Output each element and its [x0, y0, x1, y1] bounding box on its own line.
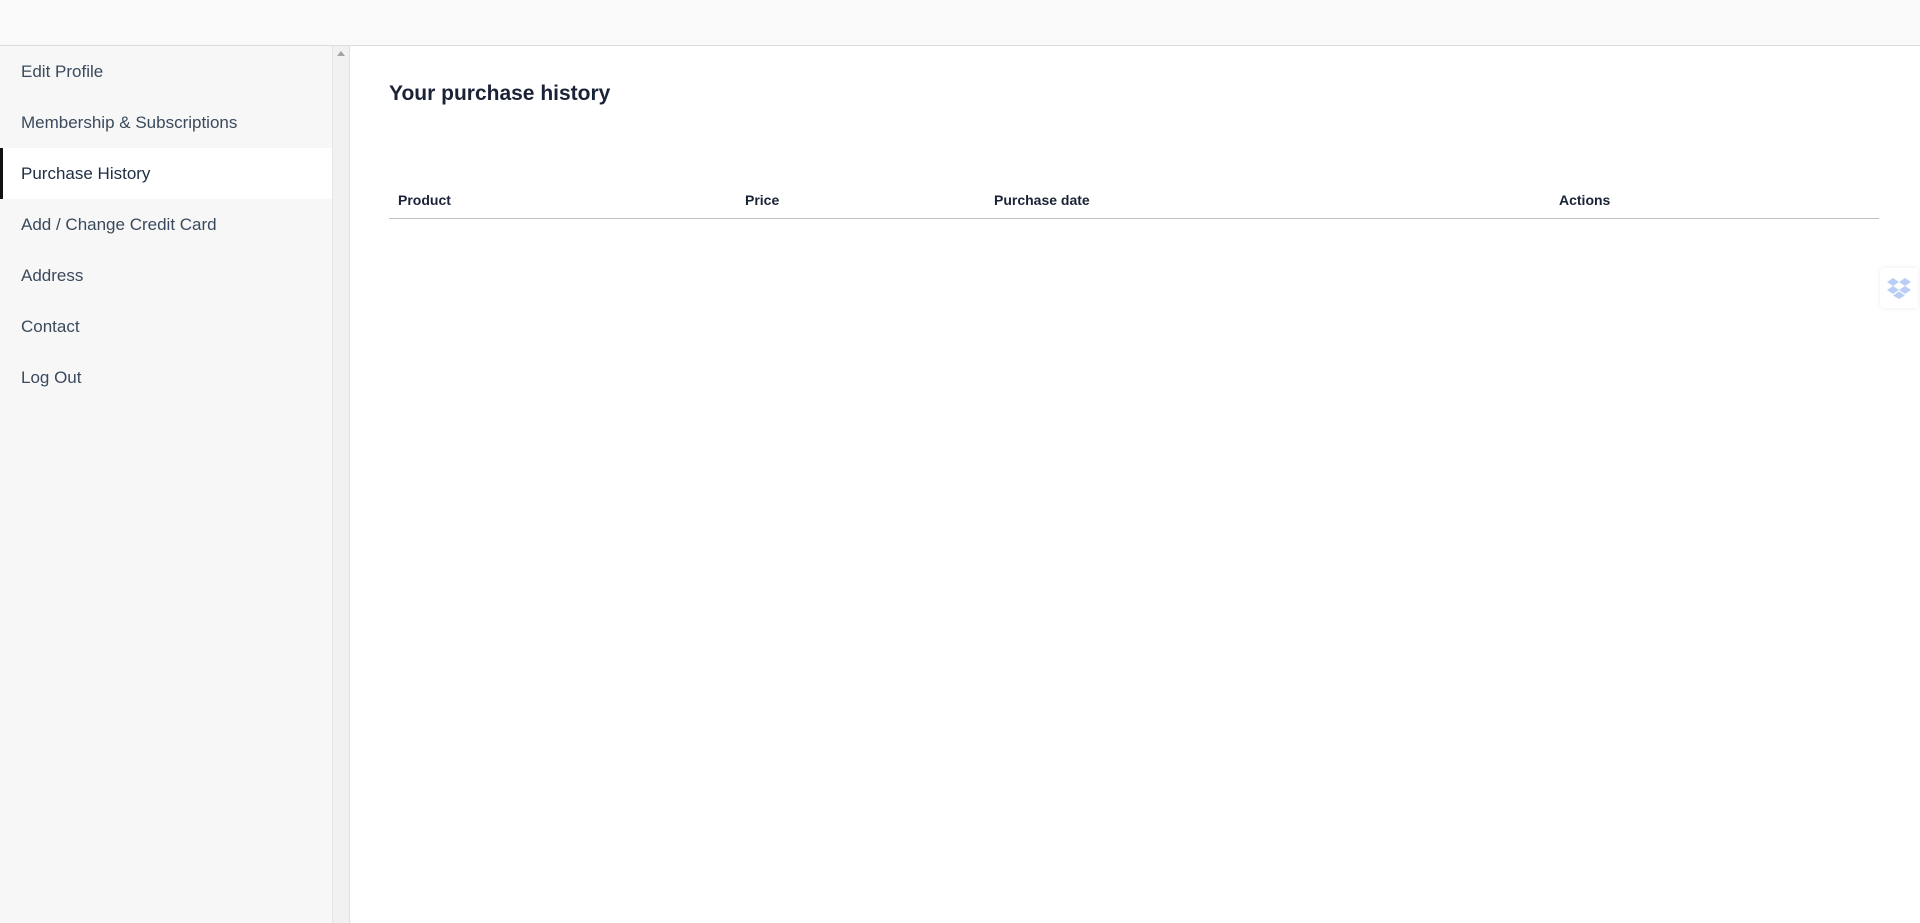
sidebar-item-label: Membership & Subscriptions: [21, 112, 238, 132]
sidebar-nav-list: Edit Profile Membership & Subscriptions …: [0, 46, 332, 403]
column-header-actions: Actions: [1559, 192, 1611, 208]
sidebar-item-label: Add / Change Credit Card: [21, 214, 217, 234]
account-sidebar: Edit Profile Membership & Subscriptions …: [0, 46, 332, 923]
sidebar-item-contact[interactable]: Contact: [0, 301, 332, 352]
column-header-product: Product: [398, 192, 451, 208]
sidebar-item-membership-subscriptions[interactable]: Membership & Subscriptions: [0, 97, 332, 148]
top-bar: [0, 0, 1920, 46]
dropbox-widget-button[interactable]: [1880, 268, 1918, 308]
scroll-up-arrow-icon[interactable]: [337, 51, 345, 56]
purchase-history-table: Product Price Purchase date Actions: [389, 142, 1879, 219]
sidebar-item-purchase-history[interactable]: Purchase History: [0, 148, 332, 199]
column-header-price: Price: [745, 192, 780, 208]
sidebar-item-label: Address: [21, 265, 84, 285]
sidebar-item-label: Edit Profile: [21, 61, 104, 81]
sidebar-item-credit-card[interactable]: Add / Change Credit Card: [0, 199, 332, 250]
sidebar-item-label: Contact: [21, 316, 80, 336]
sidebar-item-log-out[interactable]: Log Out: [0, 352, 332, 403]
sidebar-item-edit-profile[interactable]: Edit Profile: [0, 46, 332, 97]
sidebar-scrollbar[interactable]: [332, 46, 350, 923]
dropbox-icon: [1887, 278, 1911, 299]
sidebar-item-label: Purchase History: [21, 163, 151, 183]
page-title: Your purchase history: [389, 82, 611, 105]
sidebar-item-label: Log Out: [21, 367, 82, 387]
sidebar-item-address[interactable]: Address: [0, 250, 332, 301]
column-header-purchase-date: Purchase date: [994, 192, 1090, 208]
main-content: Your purchase history Product Price Purc…: [350, 46, 1920, 923]
